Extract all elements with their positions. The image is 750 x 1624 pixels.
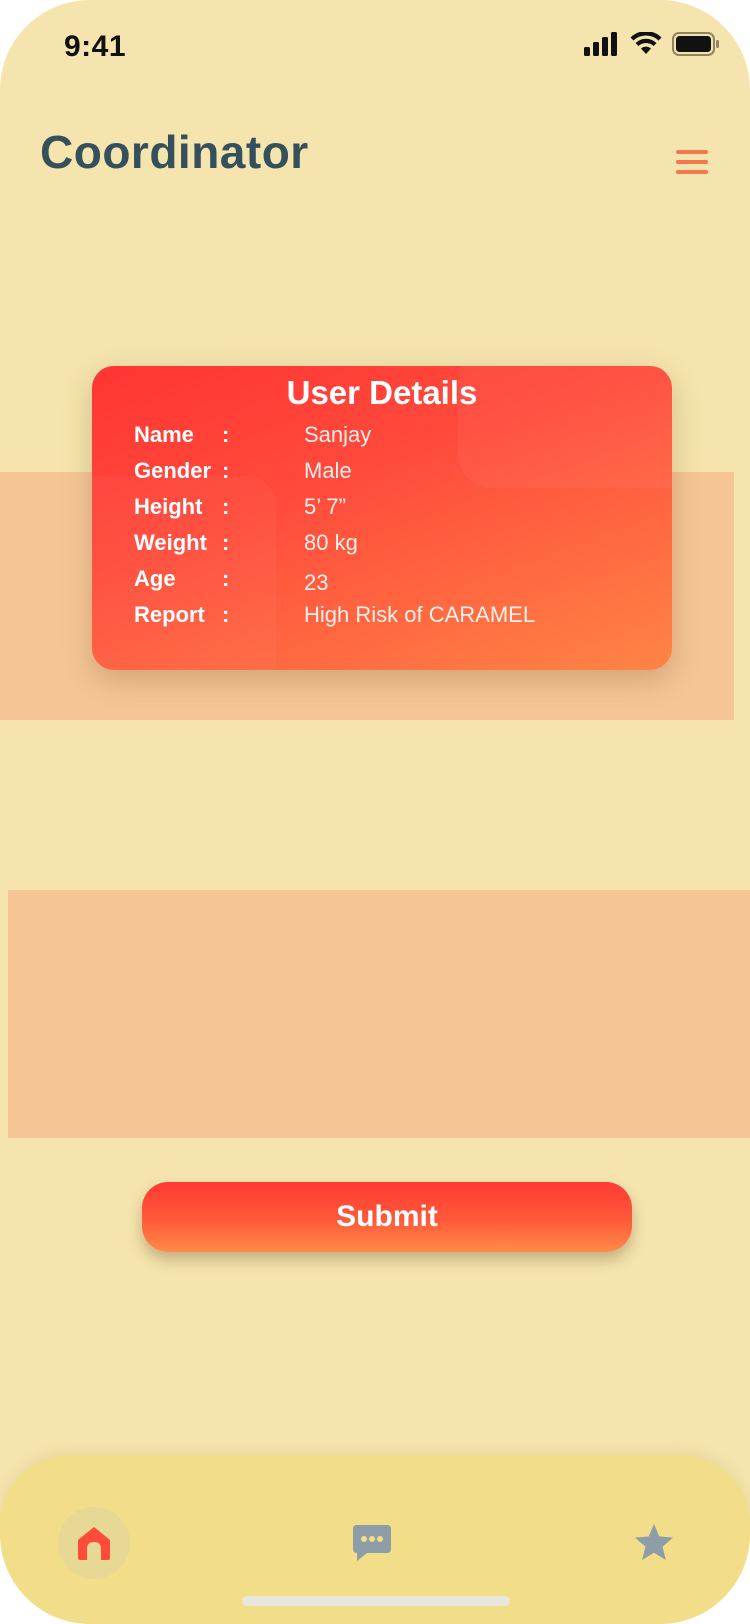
detail-value: 80 kg	[304, 530, 358, 555]
home-indicator	[242, 1596, 510, 1606]
detail-label: Height	[134, 494, 203, 519]
phone-screen: 9:41 Coordinator User Details Name: San…	[0, 0, 750, 1624]
detail-label: Gender	[134, 458, 212, 483]
detail-row-weight: Weight : 80 kg	[134, 530, 654, 560]
detail-label: Weight	[134, 530, 207, 555]
decorative-band-bottom	[8, 890, 750, 1138]
detail-label: Age	[134, 566, 176, 591]
nav-item-chat[interactable]	[336, 1507, 408, 1579]
status-icons	[584, 32, 720, 56]
detail-value: 23	[304, 570, 329, 595]
wifi-icon	[630, 32, 662, 54]
page-title: Coordinator	[40, 126, 309, 178]
detail-separator: :	[222, 530, 230, 555]
user-details-card: User Details Name : Sanjay Gender : Male…	[92, 366, 672, 670]
detail-value: 5’ 7”	[304, 494, 346, 519]
star-icon	[635, 1524, 673, 1560]
detail-label: Report	[134, 602, 205, 627]
nav-item-home[interactable]	[58, 1507, 130, 1579]
battery-icon	[672, 32, 719, 56]
hamburger-menu-icon[interactable]	[676, 150, 708, 174]
signal-icon	[584, 32, 617, 56]
detail-separator: :	[222, 422, 230, 447]
chat-icon	[353, 1525, 391, 1561]
detail-row-age: Age : 23	[134, 566, 654, 596]
detail-separator: :	[222, 602, 230, 627]
detail-row-report: Report : High Risk of CARAMEL	[134, 602, 654, 632]
home-icon	[78, 1527, 110, 1560]
detail-label: Name	[134, 422, 194, 447]
card-title: User Details	[286, 374, 478, 411]
nav-item-favorites[interactable]	[618, 1507, 690, 1579]
submit-button[interactable]: Submit	[142, 1182, 632, 1252]
status-time: 9:41	[64, 30, 127, 63]
detail-row-gender: Gender : Male	[134, 458, 654, 488]
detail-separator: :	[222, 458, 230, 483]
detail-separator: :	[222, 566, 230, 591]
detail-row-height: Height : 5’ 7”	[134, 494, 654, 524]
detail-row-name: Name : Sanjay	[134, 422, 654, 452]
detail-value: Male	[304, 458, 352, 483]
detail-value: Sanjay	[304, 422, 372, 447]
detail-value: High Risk of CARAMEL	[304, 602, 536, 627]
detail-separator: :	[222, 494, 230, 519]
